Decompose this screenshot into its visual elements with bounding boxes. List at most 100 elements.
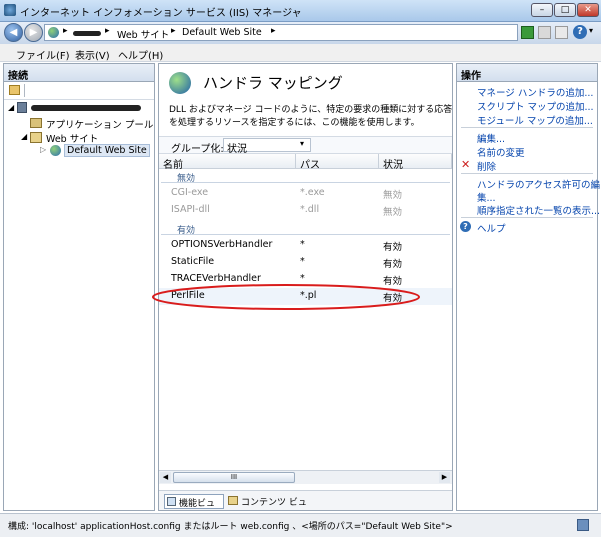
actions-divider [461,127,593,128]
horizontal-scrollbar[interactable]: ◀ III ▶ [159,470,452,484]
view-tabs: 機能ビュー コンテンツ ビュー [159,490,452,522]
menu-bar: ファイル(F) 表示(V) ヘルプ(H) [0,44,601,62]
status-bar: 構成: 'localhost' applicationHost.config ま… [0,513,601,537]
redacted-server-label[interactable] [31,105,141,111]
home-icon[interactable] [555,26,568,39]
action-delete[interactable]: 削除 [477,159,496,173]
status-text: 構成: 'localhost' applicationHost.config ま… [8,522,453,532]
action-add-script-map[interactable]: スクリプト マップの追加... [477,99,594,113]
actions-divider [461,173,593,174]
highlight-ellipse [152,284,420,310]
action-help[interactable]: ヘルプ [477,221,506,235]
tree-web-sites[interactable]: Web サイト [46,131,98,145]
row-path: * [300,256,305,267]
row-state: 有効 [383,242,403,253]
forward-button[interactable]: ▶ [24,23,43,42]
action-add-module-map[interactable]: モジュール マップの追加... [477,113,593,127]
row-name: OPTIONSVerbHandler [171,239,273,250]
row-path: *.dll [300,204,320,215]
group-header-disabled: 無効 [161,171,450,184]
redacted-server-name [73,31,101,36]
tree-default-site[interactable]: Default Web Site [64,144,150,157]
column-header-name[interactable]: 名前 [159,154,296,171]
scroll-left-arrow[interactable]: ◀ [160,472,171,483]
action-view-ordered-list[interactable]: 順序指定された一覧の表示... [477,203,600,217]
column-header-path[interactable]: パス [296,154,379,171]
menu-file[interactable]: ファイル(F) [16,47,70,62]
description-line-1: DLL およびマネージ コードのように、特定の要求の種類に対する応答 [169,105,453,115]
chevron-right-icon: ▸ [105,26,110,36]
globe-icon [169,72,191,94]
maximize-button[interactable]: □ [554,3,576,17]
server-icon [17,102,27,113]
table-row[interactable]: OPTIONSVerbHandler * 有効 [159,239,452,255]
address-bar: ◀ ▶ ▸ ▸ Web サイト ▸ Default Web Site ▸ ? ▾ [0,22,601,44]
description-line-2: を処理するリソースを指定するには、この機能を使用します。 [169,118,420,128]
iis-app-icon [4,4,16,16]
row-state: 有効 [383,259,403,270]
menu-view[interactable]: 表示(V) [75,47,110,62]
toolbar-divider [24,84,25,97]
chevron-right-icon: ▸ [271,26,276,36]
minimize-button[interactable]: – [531,3,553,17]
tab-content-view[interactable]: コンテンツ ビュー [226,494,314,521]
group-label: 有効 [177,226,196,236]
title-bar: インターネット インフォメーション サービス (IIS) マネージャ – □ ✕ [0,0,601,22]
row-state: 無効 [383,190,403,201]
tab-features-view[interactable]: 機能ビュー [164,494,224,522]
row-path: * [300,239,305,250]
help-icon[interactable]: ? [573,25,587,39]
action-rename[interactable]: 名前の変更 [477,145,525,159]
table-row[interactable]: CGI-exe *.exe 無効 [159,187,452,203]
network-icon [577,519,589,531]
refresh-icon[interactable] [521,26,534,39]
address-breadcrumb[interactable]: ▸ ▸ Web サイト ▸ Default Web Site ▸ [44,24,518,41]
expand-arrow-icon[interactable]: ◢ [8,103,14,112]
table-row[interactable]: StaticFile * 有効 [159,256,452,272]
connect-icon[interactable] [9,85,20,95]
row-name: ISAPI-dll [171,204,210,215]
delete-icon: ✕ [461,158,471,171]
features-view-icon [167,497,176,506]
row-name: StaticFile [171,256,215,267]
connections-title: 接続 [4,64,154,82]
tree-app-pools[interactable]: アプリケーション プール [46,117,153,131]
menu-help[interactable]: ヘルプ(H) [118,47,163,62]
close-button[interactable]: ✕ [577,3,599,17]
actions-pane: 操作 マネージ ハンドラの追加... スクリプト マップの追加... モジュール… [456,63,600,511]
back-button[interactable]: ◀ [4,23,23,42]
help-icon: ? [460,221,471,232]
group-label: 無効 [177,174,196,184]
breadcrumb-web-sites[interactable]: Web サイト [117,27,169,41]
table-row[interactable]: ISAPI-dll *.dll 無効 [159,204,452,220]
actions-title: 操作 [457,64,597,82]
breadcrumb-default-site[interactable]: Default Web Site [182,27,262,38]
globe-icon [48,27,59,38]
group-by-bar: グループ化: 状況 ▾ [159,136,452,155]
group-by-dropdown[interactable]: 状況 ▾ [223,138,311,155]
scroll-right-arrow[interactable]: ▶ [439,472,450,483]
row-name: CGI-exe [171,187,209,198]
group-by-label: グループ化: [171,144,224,155]
action-edit-permissions[interactable]: ハンドラのアクセス許可の編 [477,177,600,191]
column-header-state[interactable]: 状況 [379,154,452,171]
action-edit[interactable]: 編集... [477,131,505,145]
web-sites-folder-icon [30,132,42,143]
globe-icon [50,145,61,156]
chevron-right-icon: ▸ [63,26,68,36]
chevron-right-icon: ▸ [171,26,176,36]
row-state: 無効 [383,207,403,218]
scroll-thumb[interactable]: III [173,472,295,483]
group-header-enabled: 有効 [161,223,450,236]
chevron-down-icon[interactable]: ▾ [589,26,593,35]
handler-mappings-pane: ハンドラ マッピング DLL およびマネージ コードのように、特定の要求の種類に… [152,63,453,522]
connections-pane: 接続 ◢ アプリケーション プール ◢ Web サイト ▷ Default We… [3,63,155,511]
group-by-value: 状況 [227,144,247,155]
action-add-managed-handler[interactable]: マネージ ハンドラの追加... [477,85,593,99]
expand-arrow-icon[interactable]: ◢ [21,132,27,141]
stop-icon[interactable] [538,26,551,39]
action-edit-permissions-cont[interactable]: 集... [477,190,496,204]
page-title: ハンドラ マッピング [203,74,343,92]
collapse-arrow-icon[interactable]: ▷ [40,145,46,154]
connections-toolbar [4,82,154,100]
